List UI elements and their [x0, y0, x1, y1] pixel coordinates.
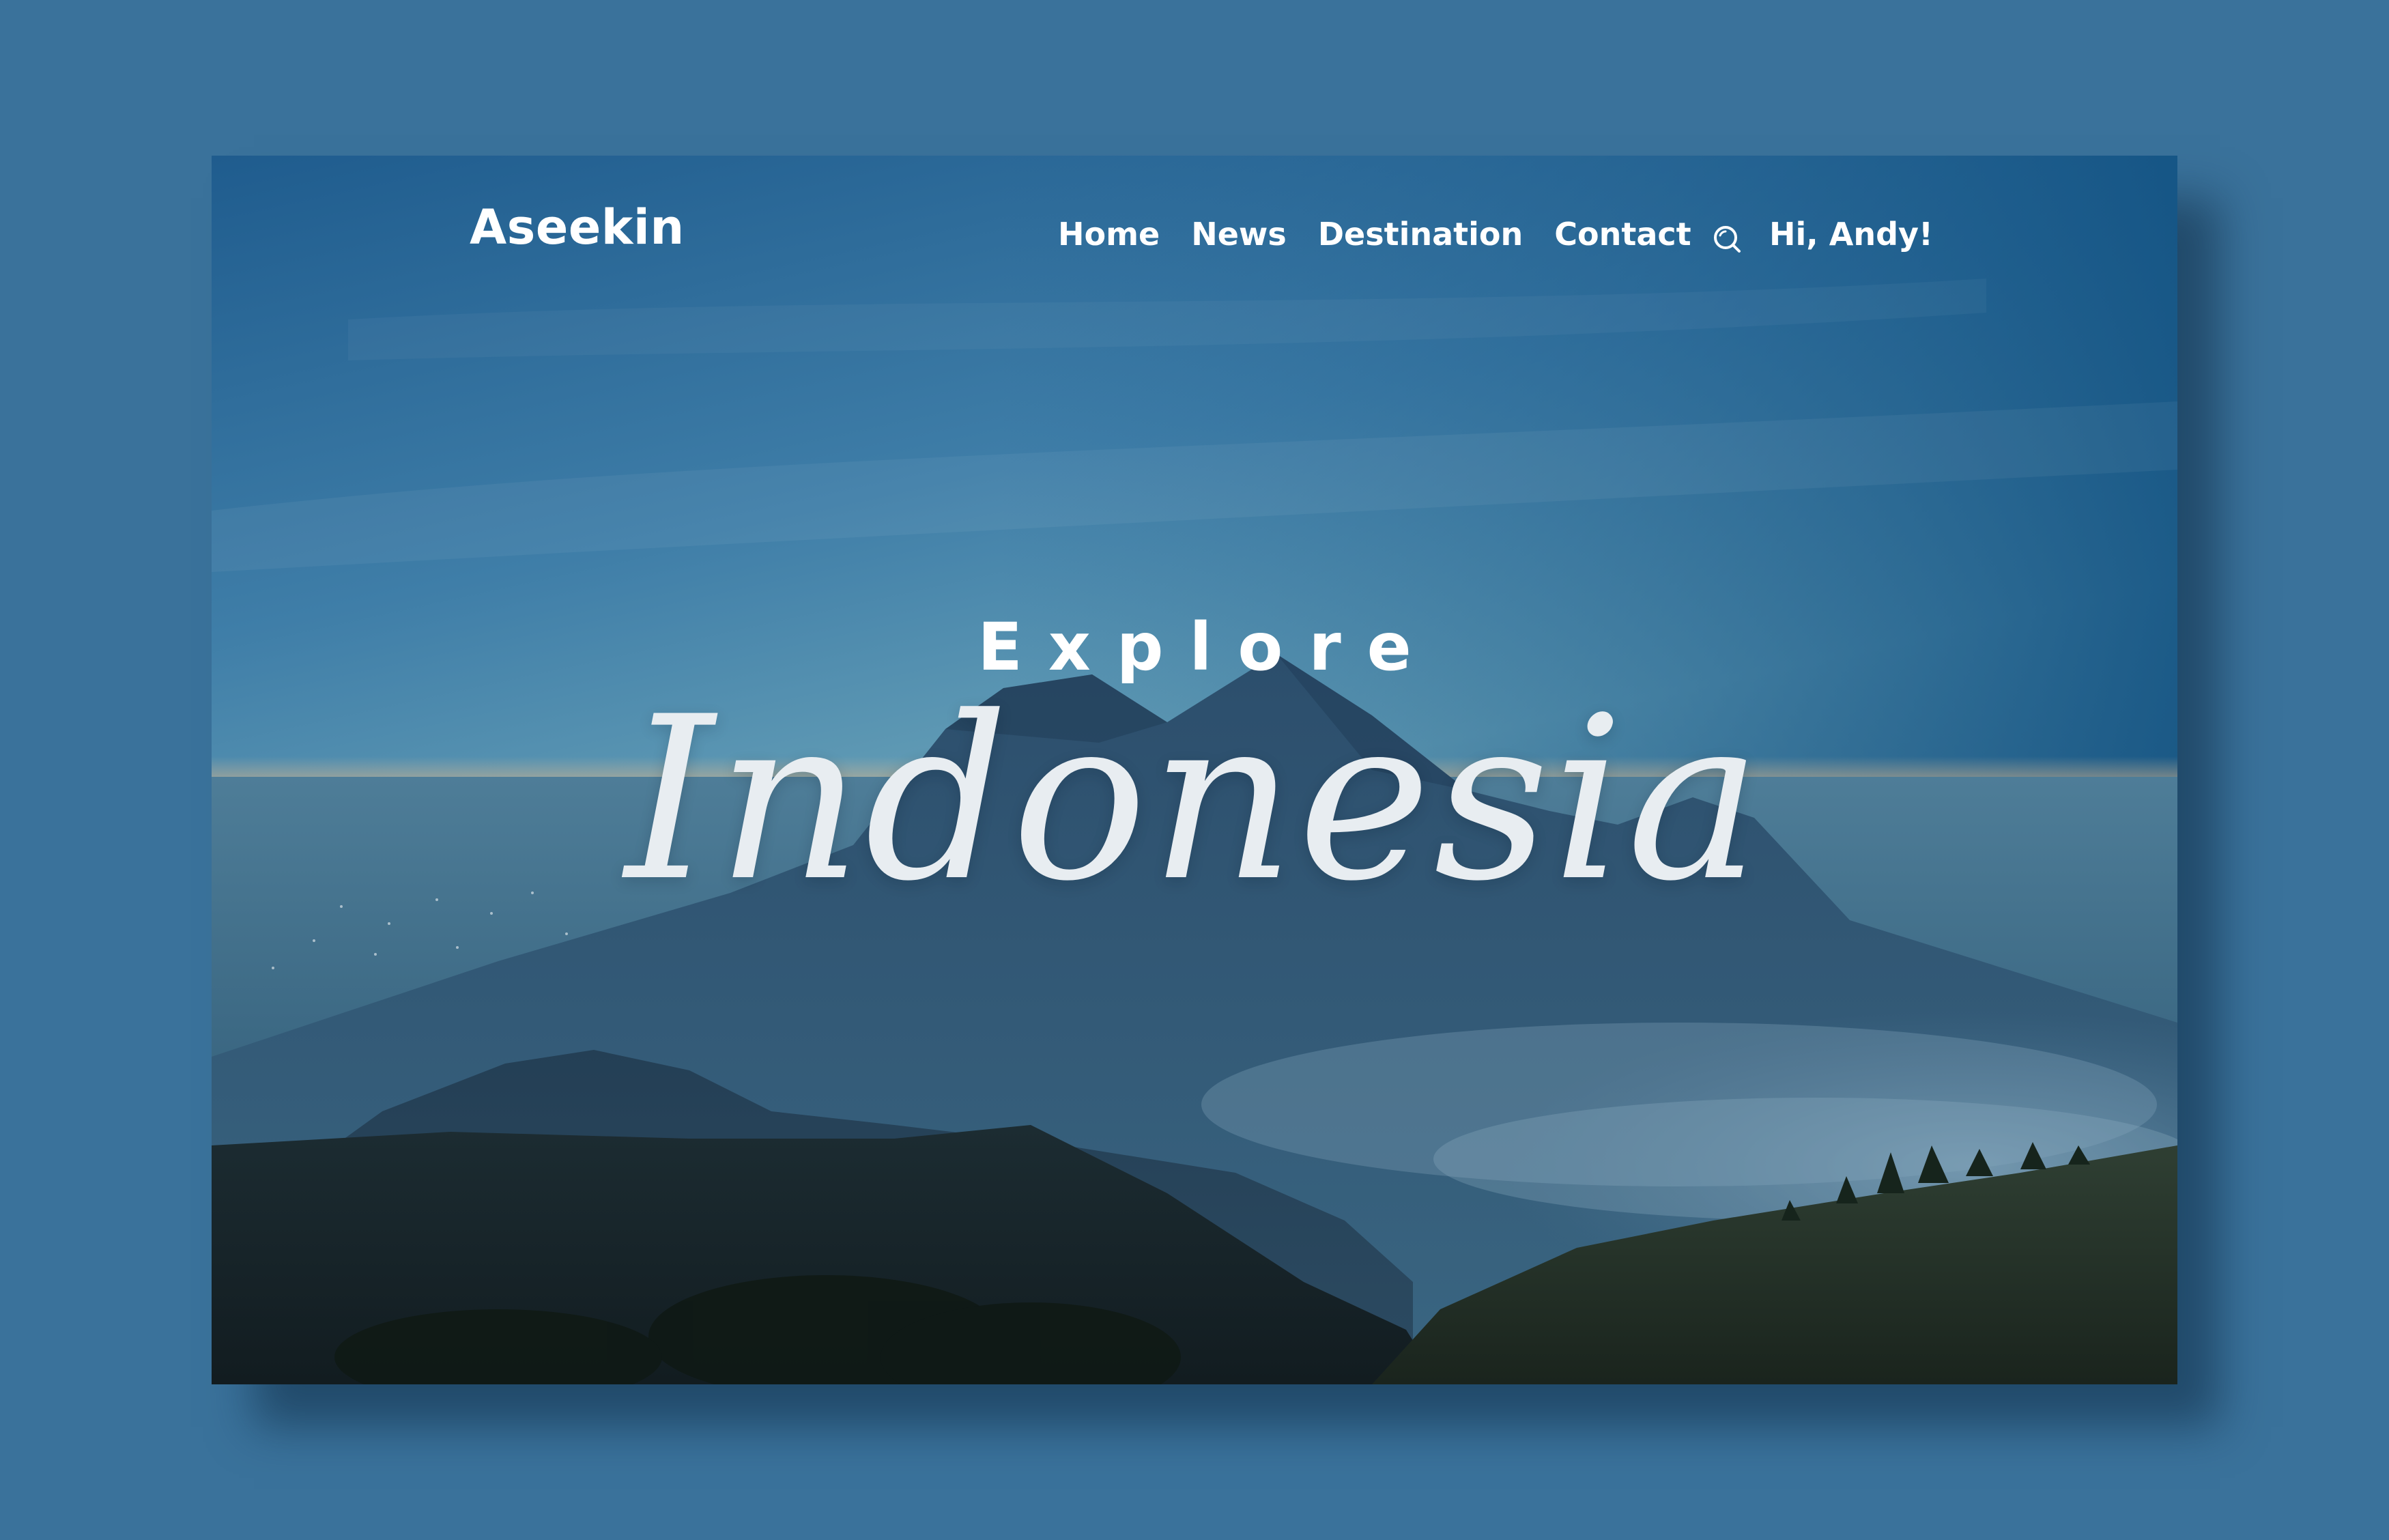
nav-destination[interactable]: Destination — [1318, 218, 1523, 250]
user-greeting[interactable]: Hi, Andy! — [1769, 218, 1933, 250]
nav-news[interactable]: News — [1191, 218, 1287, 250]
nav-home[interactable]: Home — [1058, 218, 1160, 250]
search-icon — [1714, 226, 1741, 253]
page-background: Aseekin Home News Destination Contact Hi… — [0, 0, 2389, 1540]
hero-title: Indonesia — [625, 668, 1764, 930]
nav-contact[interactable]: Contact — [1554, 218, 1691, 250]
nav-links: Home News Destination Contact — [1058, 218, 1691, 250]
search-button[interactable] — [1712, 224, 1742, 254]
top-navigation: Aseekin Home News Destination Contact Hi… — [212, 156, 2177, 333]
brand-logo[interactable]: Aseekin — [470, 203, 685, 251]
landing-page-mockup: Aseekin Home News Destination Contact Hi… — [212, 156, 2177, 1384]
